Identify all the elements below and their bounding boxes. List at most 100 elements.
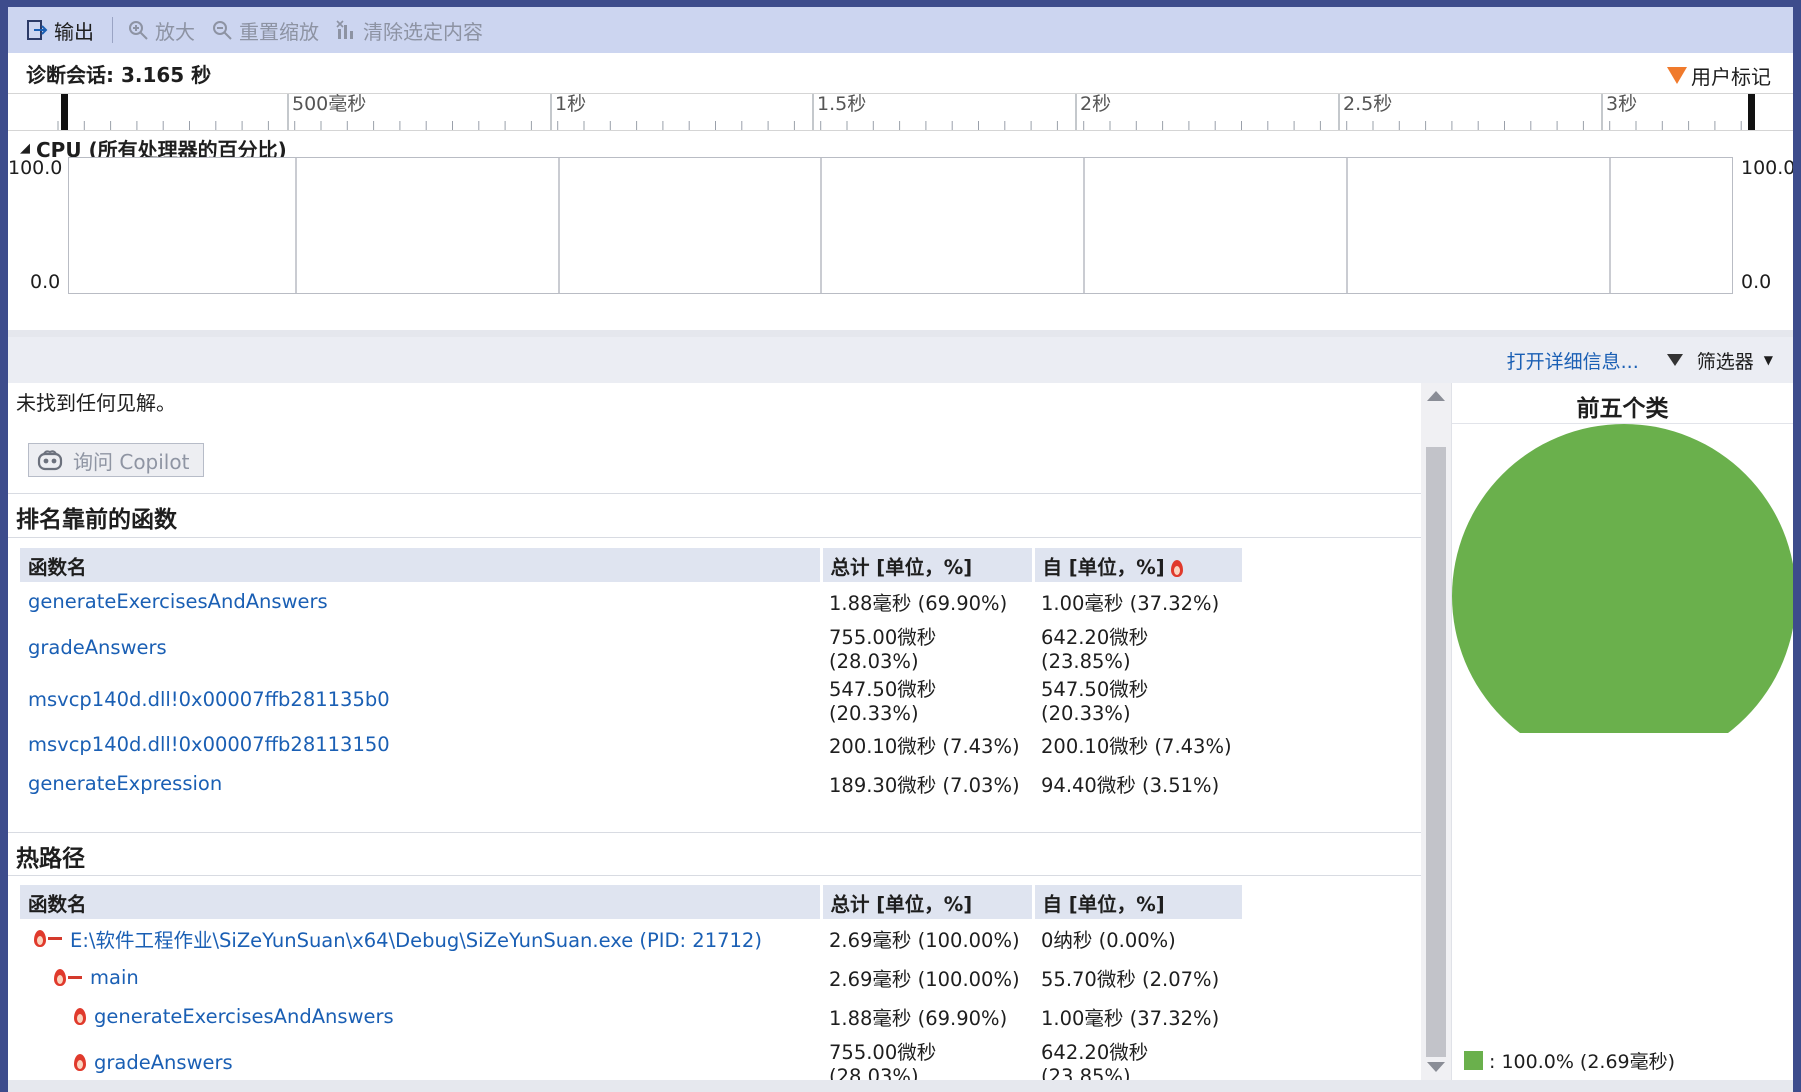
column-header-name-label: 函数名	[28, 892, 87, 916]
cpu-graph[interactable]	[68, 157, 1733, 294]
column-header-self-label: 自 [单位，%]	[1042, 555, 1165, 579]
table-row[interactable]: msvcp140d.dll!0x00007ffb281135b0 547.50微…	[20, 673, 1243, 725]
table-row[interactable]: generateExpression 189.30微秒 (7.03%) 94.4…	[20, 764, 1243, 803]
hot-path-flame-icon	[74, 1053, 86, 1071]
table-row[interactable]: msvcp140d.dll!0x00007ffb28113150 200.10微…	[20, 725, 1243, 764]
vertical-scrollbar[interactable]	[1421, 383, 1451, 1080]
column-header-self[interactable]: 自 [单位，%]	[1033, 548, 1245, 582]
zoom-in-button[interactable]: 放大	[121, 11, 201, 49]
open-details-link[interactable]: 打开详细信息...	[1507, 347, 1639, 374]
scroll-down-arrow-icon[interactable]	[1427, 1062, 1445, 1072]
tree-row[interactable]: E:\软件工程作业\SiZeYunSuan\x64\Debug\SiZeYunS…	[20, 919, 1243, 958]
divider	[8, 832, 1421, 833]
zoom-in-icon	[129, 21, 148, 40]
copilot-icon	[37, 450, 63, 471]
export-button[interactable]: 输出	[20, 11, 100, 49]
session-duration-label: 诊断会话: 3.165 秒	[26, 62, 212, 87]
column-header-total-label: 总计 [单位，%]	[830, 555, 973, 579]
self-cell: 642.20微秒 (23.85%)	[1041, 626, 1149, 673]
top-categories-title: 前五个类	[1576, 396, 1669, 422]
total-cell: 200.10微秒 (7.43%)	[829, 735, 1020, 758]
divider	[8, 537, 1421, 538]
cpu-y-max-right: 100.0	[1741, 157, 1793, 179]
ask-copilot-button[interactable]: 询问 Copilot	[28, 443, 204, 477]
zoom-in-label: 放大	[155, 19, 195, 44]
tree-row[interactable]: gradeAnswers 755.00微秒 (28.03%) 642.20微秒 …	[20, 1036, 1243, 1080]
cpu-gridlines	[295, 158, 1611, 293]
divider	[8, 875, 1421, 876]
process-link[interactable]: E:\软件工程作业\SiZeYunSuan\x64\Debug\SiZeYunS…	[70, 924, 762, 953]
diagnostics-window: 输出 放大 重置缩放 清除选定内容 诊断会话: 3.165 秒 用户标记 500…	[8, 7, 1793, 1080]
function-link[interactable]: msvcp140d.dll!0x00007ffb281135b0	[28, 688, 390, 711]
top-functions-title: 排名靠前的函数	[16, 507, 177, 533]
legend-swatch	[1464, 1051, 1483, 1070]
summary-content: 未找到任何见解。 询问 Copilot 排名靠前的函数 函数名 总计 [单位，%…	[8, 383, 1421, 1080]
status-strip	[8, 1080, 1793, 1092]
total-cell: 1.88毫秒 (69.90%)	[829, 1007, 1008, 1030]
function-link[interactable]: gradeAnswers	[94, 1051, 233, 1074]
action-bar: 打开详细信息... 筛选器 ▼	[8, 337, 1793, 383]
clear-selection-button[interactable]: 清除选定内容	[329, 11, 489, 49]
tree-row[interactable]: main 2.69毫秒 (100.00%) 55.70微秒 (2.07%)	[20, 958, 1243, 997]
time-ruler-ticks: 500毫秒 1秒 1.5秒 2秒 2.5秒 3秒	[57, 93, 1755, 130]
total-cell: 189.30微秒 (7.03%)	[829, 774, 1020, 797]
column-header-total[interactable]: 总计 [单位，%]	[821, 548, 1035, 582]
zoom-reset-icon	[213, 21, 232, 40]
top-categories-pie[interactable]	[1452, 423, 1793, 733]
section-splitter[interactable]	[8, 330, 1793, 337]
column-header-name[interactable]: 函数名	[20, 548, 823, 582]
column-header-self[interactable]: 自 [单位，%]	[1033, 885, 1245, 919]
cpu-y-max-left: 100.0	[8, 157, 63, 179]
export-label: 输出	[54, 19, 94, 44]
total-cell: 2.69毫秒 (100.00%)	[829, 929, 1020, 952]
table-header-row: 函数名 总计 [单位，%] 自 [单位，%]	[20, 885, 1245, 919]
hot-path-branch-icon	[54, 969, 82, 986]
scroll-up-arrow-icon[interactable]	[1427, 391, 1445, 401]
self-cell: 1.00毫秒 (37.32%)	[1041, 1007, 1220, 1030]
collapse-caret-icon: ◢	[20, 141, 30, 156]
time-ruler[interactable]: 500毫秒 1秒 1.5秒 2秒 2.5秒 3秒	[8, 93, 1793, 131]
ask-copilot-label: 询问 Copilot	[73, 449, 190, 474]
function-link[interactable]: msvcp140d.dll!0x00007ffb28113150	[28, 733, 390, 756]
pie-slice	[1452, 424, 1793, 733]
toolbar-separator	[112, 17, 113, 43]
top-categories-panel: 前五个类 : 100.0% (2.69毫秒)	[1451, 383, 1793, 1080]
total-cell: 1.88毫秒 (69.90%)	[829, 592, 1008, 615]
ruler-tick-label: 2秒	[1080, 94, 1111, 115]
total-cell: 547.50微秒 (20.33%)	[829, 678, 937, 725]
hot-path-branch-icon	[34, 930, 62, 947]
function-link[interactable]: main	[90, 966, 139, 989]
filter-button[interactable]: 筛选器 ▼	[1666, 347, 1773, 374]
user-marks-toggle[interactable]: 用户标记	[1667, 61, 1771, 90]
export-icon	[27, 20, 48, 40]
ruler-tick-label: 3秒	[1606, 94, 1637, 115]
column-header-total[interactable]: 总计 [单位，%]	[821, 885, 1035, 919]
function-link[interactable]: generateExercisesAndAnswers	[94, 1005, 394, 1028]
column-header-name[interactable]: 函数名	[20, 885, 823, 919]
total-cell: 755.00微秒 (28.03%)	[829, 626, 937, 673]
session-duration: 诊断会话: 3.165 秒	[8, 53, 1793, 93]
scroll-thumb[interactable]	[1426, 447, 1446, 1057]
ruler-tick-label: 500毫秒	[292, 94, 366, 115]
selection-handle	[61, 94, 68, 130]
reset-zoom-label: 重置缩放	[239, 19, 319, 44]
reset-zoom-button[interactable]: 重置缩放	[205, 11, 325, 49]
pie-legend: : 100.0% (2.69毫秒)	[1464, 1047, 1675, 1074]
self-cell: 1.00毫秒 (37.32%)	[1041, 592, 1220, 615]
self-cell: 94.40微秒 (3.51%)	[1041, 774, 1220, 797]
self-cell: 642.20微秒 (23.85%)	[1041, 1041, 1149, 1080]
table-row[interactable]: gradeAnswers 755.00微秒 (28.03%) 642.20微秒 …	[20, 621, 1243, 673]
function-link[interactable]: gradeAnswers	[28, 636, 167, 659]
self-cell: 200.10微秒 (7.43%)	[1041, 735, 1232, 758]
filter-label: 筛选器	[1696, 350, 1754, 373]
self-cell: 547.50微秒 (20.33%)	[1041, 678, 1149, 725]
user-mark-icon	[1667, 67, 1687, 84]
toolbar: 输出 放大 重置缩放 清除选定内容	[8, 7, 1793, 53]
table-row[interactable]: generateExercisesAndAnswers 1.88毫秒 (69.9…	[20, 582, 1243, 621]
self-cell: 55.70微秒 (2.07%)	[1041, 968, 1220, 991]
cpu-y-min-right: 0.0	[1741, 271, 1772, 293]
total-cell: 755.00微秒 (28.03%)	[829, 1041, 937, 1080]
function-link[interactable]: generateExpression	[28, 772, 222, 795]
tree-row[interactable]: generateExercisesAndAnswers 1.88毫秒 (69.9…	[20, 997, 1243, 1036]
function-link[interactable]: generateExercisesAndAnswers	[28, 590, 328, 613]
